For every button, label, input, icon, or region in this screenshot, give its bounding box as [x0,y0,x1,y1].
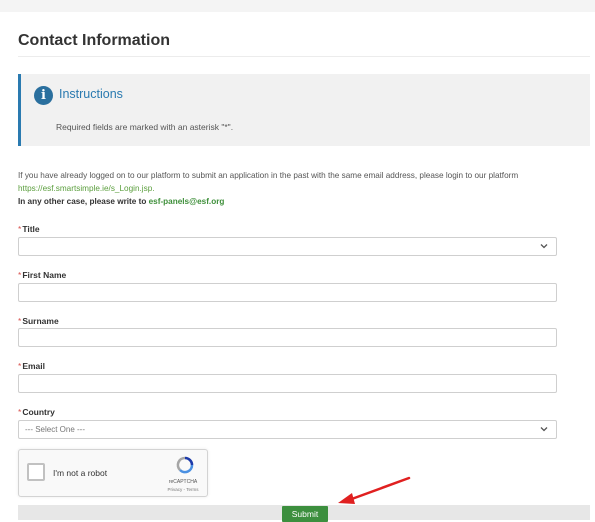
recaptcha-brand: reCAPTCHA [168,479,198,485]
login-link[interactable]: https://esf.smartsimple.ie/s_Login.jsp. [18,184,155,193]
country-label-text: Country [22,407,55,417]
required-asterisk: * [18,361,22,371]
recaptcha-logo-icon [176,456,194,474]
recaptcha-label: I'm not a robot [53,468,108,478]
first-name-label-text: First Name [22,270,67,280]
contact-email-link[interactable]: esf-panels@esf.org [149,197,225,206]
title-label-text: Title [22,224,40,234]
instructions-text: Required fields are marked with an aster… [56,122,234,132]
recaptcha-widget: I'm not a robot reCAPTCHA Privacy - Term… [18,449,208,497]
intro-text: If you have already logged on to our pla… [18,171,519,180]
country-label: *Country [18,407,55,417]
info-icon: i [34,86,53,105]
title-label: *Title [18,224,40,234]
email-input[interactable] [18,374,557,393]
country-select[interactable]: --- Select One --- [18,420,557,439]
chevron-down-icon [540,244,548,249]
instructions-title: Instructions [59,87,123,101]
required-asterisk: * [18,270,22,280]
chevron-down-icon [540,427,548,432]
title-divider [18,56,590,57]
recaptcha-terms-link[interactable]: Privacy - Terms [159,487,207,492]
email-label-text: Email [22,361,45,371]
page-title: Contact Information [18,32,170,49]
recaptcha-checkbox[interactable] [27,463,45,481]
contact-note-prefix: In any other case, please write to [18,197,147,206]
top-bar [0,0,595,12]
first-name-input[interactable] [18,283,557,302]
first-name-label: *First Name [18,270,66,280]
red-arrow-icon [338,476,411,504]
title-select[interactable] [18,237,557,256]
required-asterisk: * [18,407,22,417]
surname-label: *Surname [18,316,59,326]
contact-note: In any other case, please write to esf-p… [18,197,224,206]
instructions-panel: i Instructions Required fields are marke… [18,74,590,146]
required-asterisk: * [18,224,22,234]
country-select-value: --- Select One --- [25,425,86,434]
surname-input[interactable] [18,328,557,347]
email-label: *Email [18,361,45,371]
required-asterisk: * [18,316,22,326]
surname-label-text: Surname [22,316,59,326]
